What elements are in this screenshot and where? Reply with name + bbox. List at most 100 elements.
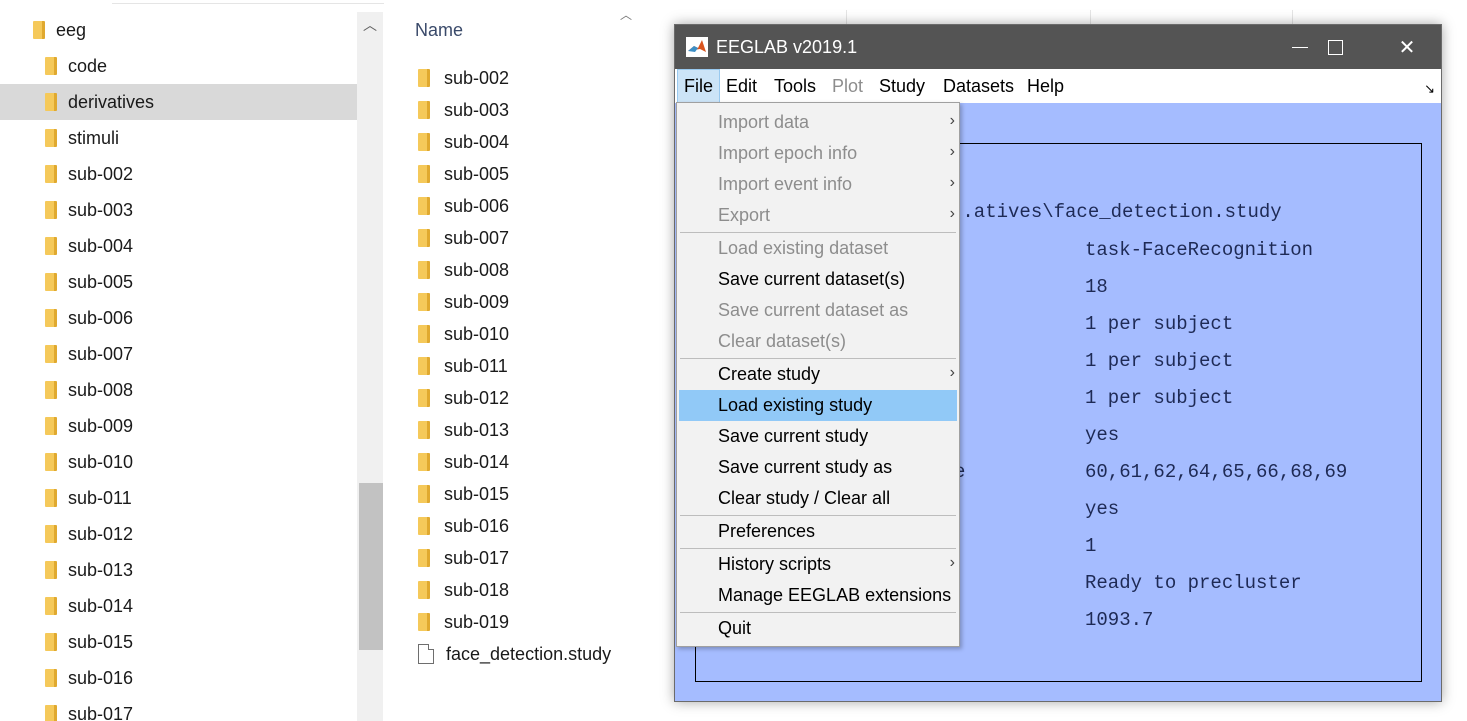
menu-item-label: Save current study as [718,457,893,477]
file-row[interactable]: sub-009 [418,286,509,318]
file-row[interactable]: sub-017 [418,542,509,574]
file-name: face_detection.study [446,643,612,664]
menu-study[interactable]: Study [873,69,931,103]
tree-item-sub-012[interactable]: sub-012 [0,516,357,552]
tree-item-sub-016[interactable]: sub-016 [0,660,357,696]
menu-item-clear-dataset-s[interactable]: Clear dataset(s) [679,326,957,357]
tree-item-sub-006[interactable]: sub-006 [0,300,357,336]
tree-item-sub-014[interactable]: sub-014 [0,588,357,624]
file-row[interactable]: sub-002 [418,62,509,94]
file-name: sub-013 [444,419,510,440]
close-icon: ✕ [1398,36,1416,59]
file-row[interactable]: sub-005 [418,158,509,190]
folder-icon [418,389,430,407]
tree-item-sub-005[interactable]: sub-005 [0,264,357,300]
menu-item-preferences[interactable]: Preferences [679,516,957,547]
tree-item-sub-003[interactable]: sub-003 [0,192,357,228]
menu-item-label: Import data [718,112,810,132]
file-row[interactable]: sub-013 [418,414,509,446]
folder-icon [45,705,57,721]
menu-item-import-data[interactable]: Import data › [679,107,957,138]
tree-item-sub-008[interactable]: sub-008 [0,372,357,408]
tree-item-sub-013[interactable]: sub-013 [0,552,357,588]
file-row[interactable]: sub-003 [418,94,509,126]
menu-datasets[interactable]: Datasets [937,69,1020,103]
tree-item-sub-007[interactable]: sub-007 [0,336,357,372]
menu-item-load-existing-dataset[interactable]: Load existing dataset [679,233,957,264]
tree-item-label: sub-016 [68,667,134,688]
file-row[interactable]: sub-006 [418,190,509,222]
folder-icon [45,597,57,615]
tree-item-sub-009[interactable]: sub-009 [0,408,357,444]
menu-plot[interactable]: Plot [826,69,869,103]
tree-item-label: sub-007 [68,343,134,364]
tree-item-sub-010[interactable]: sub-010 [0,444,357,480]
column-header-name[interactable]: Name [415,20,463,41]
menu-item-export[interactable]: Export › [679,200,957,231]
file-row[interactable]: sub-014 [418,446,509,478]
menu-item-manage-eeglab-extensions[interactable]: Manage EEGLAB extensions [679,580,957,611]
tree-item-sub-017[interactable]: sub-017 [0,696,357,721]
tree-item-stimuli[interactable]: stimuli [0,120,357,156]
file-row[interactable]: sub-010 [418,318,509,350]
folder-icon [418,261,430,279]
folder-icon [418,69,430,87]
file-row[interactable]: sub-008 [418,254,509,286]
maximize-button[interactable] [1300,25,1370,69]
file-row[interactable]: sub-011 [418,350,508,382]
file-row[interactable]: sub-012 [418,382,509,414]
folder-icon [418,453,430,471]
file-row[interactable]: face_detection.study [418,638,611,670]
tree-item-derivatives[interactable]: derivatives [0,84,357,120]
tree-item-sub-004[interactable]: sub-004 [0,228,357,264]
undock-arrow-icon[interactable]: ↘ [1424,81,1435,97]
tree-item-label: sub-008 [68,379,134,400]
scroll-up-icon[interactable]: ︿ [357,12,383,38]
menu-item-label: Import epoch info [718,143,858,163]
menu-item-label: Clear dataset(s) [718,331,847,351]
file-row[interactable]: sub-015 [418,478,509,510]
menu-item-load-existing-study[interactable]: Load existing study [679,390,957,421]
title-bar[interactable]: EEGLAB v2019.1 ✕ [675,25,1441,69]
file-name: sub-002 [444,67,510,88]
folder-icon [418,357,430,375]
file-row[interactable]: sub-004 [418,126,509,158]
sort-ascending-icon[interactable]: ︿ [620,6,634,22]
menu-tools[interactable]: Tools [768,69,822,103]
folder-icon [45,561,57,579]
folder-icon [45,93,57,111]
maximize-icon [1327,39,1343,55]
tree-item-sub-011[interactable]: sub-011 [0,480,357,516]
file-row[interactable]: sub-018 [418,574,509,606]
menu-help[interactable]: Help [1021,69,1070,103]
tree-scrollbar[interactable]: ︿ [357,12,383,721]
tree-item-sub-015[interactable]: sub-015 [0,624,357,660]
menu-item-history-scripts[interactable]: History scripts › [679,549,957,580]
tree-item-sub-002[interactable]: sub-002 [0,156,357,192]
menu-item-save-current-study-as[interactable]: Save current study as [679,452,957,483]
file-row[interactable]: sub-016 [418,510,509,542]
menu-edit[interactable]: Edit [720,69,763,103]
menu-item-clear-study-clear-all[interactable]: Clear study / Clear all [679,483,957,514]
menu-item-save-current-dataset-as[interactable]: Save current dataset as [679,295,957,326]
tree-item-eeg[interactable]: eeg [0,12,357,48]
menu-item-label: Save current study [718,426,869,446]
menu-item-create-study[interactable]: Create study › [679,359,957,390]
menu-item-save-current-dataset-s[interactable]: Save current dataset(s) [679,264,957,295]
tree-item-code[interactable]: code [0,48,357,84]
file-row[interactable]: sub-007 [418,222,509,254]
file-row[interactable]: sub-019 [418,606,509,638]
folder-icon [45,453,57,471]
menu-item-import-event-info[interactable]: Import event info › [679,169,957,200]
menu-item-import-epoch-info[interactable]: Import epoch info › [679,138,957,169]
menu-item-save-current-study[interactable]: Save current study [679,421,957,452]
study-info-value: 1093.7 [1085,609,1154,631]
tree-item-label: sub-013 [68,559,134,580]
folder-icon [418,581,430,599]
scrollbar-thumb[interactable] [359,483,383,650]
menu-file[interactable]: File [677,69,721,103]
tree-item-label: sub-009 [68,415,134,436]
menu-item-label: Save current dataset as [718,300,909,320]
menu-item-quit[interactable]: Quit [679,613,957,644]
close-button[interactable]: ✕ [1372,25,1442,69]
